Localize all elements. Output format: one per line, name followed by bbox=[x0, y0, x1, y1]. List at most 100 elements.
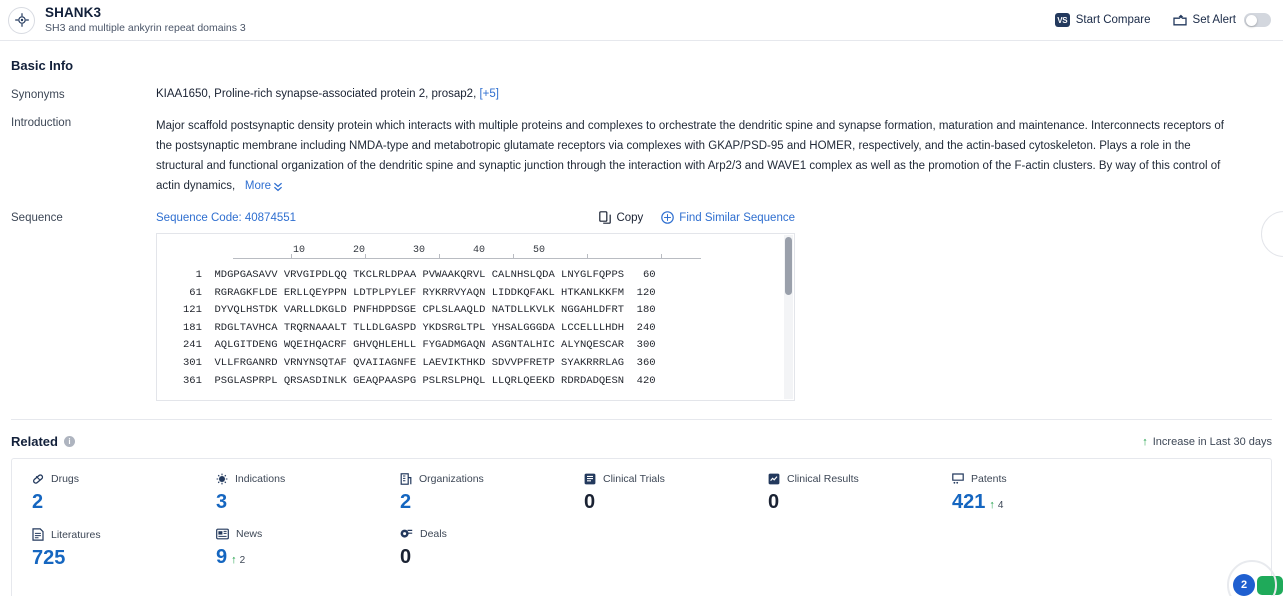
sequence-line: 361 PSGLASPRPL QRSASDINLK GEAQPAASPG PSL… bbox=[183, 374, 656, 387]
related-card-organizations[interactable]: Organizations 2 bbox=[380, 473, 564, 514]
related-card-value-wrap: 0 bbox=[400, 546, 564, 569]
clinical-result-icon bbox=[768, 473, 780, 485]
vs-icon: VS bbox=[1054, 13, 1070, 27]
sequence-scrollbar[interactable] bbox=[784, 235, 793, 399]
related-card-head: Indications bbox=[216, 473, 380, 485]
set-alert-toggle[interactable] bbox=[1244, 13, 1271, 27]
related-card-value-wrap: 3 bbox=[216, 491, 380, 514]
related-card-literatures[interactable]: Literatures 725 bbox=[12, 528, 196, 570]
related-card-value-wrap: 725 bbox=[32, 547, 196, 570]
synonyms-value: KIAA1650, Proline-rich synapse-associate… bbox=[156, 88, 477, 100]
related-card-deals[interactable]: Deals 0 bbox=[380, 528, 564, 570]
building-icon bbox=[400, 473, 412, 485]
info-icon[interactable]: i bbox=[63, 436, 75, 447]
related-card-label: Deals bbox=[420, 528, 447, 540]
related-cards-panel: Drugs 2 Indications 3 Organizations 2 Clinical… bbox=[11, 458, 1272, 596]
sequence-line: 181 RDGLTAVHCA TRQRNAAALT TLLDLGASPD YKD… bbox=[183, 321, 656, 334]
more-label: More bbox=[244, 180, 272, 192]
news-icon bbox=[216, 528, 229, 540]
increase-legend-label: Increase in Last 30 days bbox=[1152, 435, 1272, 448]
sequence-header: Sequence Code: 40874551 Copy Find Simila… bbox=[156, 211, 795, 224]
related-card-value-wrap: 0 bbox=[584, 491, 748, 514]
related-card-patents[interactable]: Patents 421 ↑ 4 bbox=[932, 473, 1116, 514]
sequence-row: Sequence Sequence Code: 40874551 Copy Fi… bbox=[11, 211, 1272, 401]
up-arrow-icon: ↑ bbox=[1142, 435, 1148, 448]
related-card-value: 2 bbox=[32, 491, 44, 513]
related-card-head: Drugs bbox=[32, 473, 196, 485]
alert-bell-icon bbox=[1172, 14, 1187, 27]
related-card-label: Clinical Results bbox=[787, 473, 859, 485]
related-card-value: 9 bbox=[216, 546, 228, 568]
header-actions: VS Start Compare Set Alert bbox=[1054, 13, 1271, 27]
related-card-value-wrap: 421 ↑ 4 bbox=[952, 491, 1116, 514]
related-card-value: 0 bbox=[768, 491, 780, 513]
introduction-row: Introduction Major scaffold postsynaptic… bbox=[11, 116, 1272, 196]
page-title: SHANK3 bbox=[45, 5, 102, 20]
chat-widget[interactable]: 2 bbox=[1227, 560, 1283, 596]
gene-title-block: SHANK3 SH3 and multiple ankyrin repeat d… bbox=[45, 5, 246, 35]
copy-icon bbox=[599, 211, 612, 224]
related-card-indications[interactable]: Indications 3 bbox=[196, 473, 380, 514]
related-card-head: Clinical Results bbox=[768, 473, 932, 485]
related-card-head: Patents bbox=[952, 473, 1116, 485]
related-card-value: 0 bbox=[400, 546, 412, 568]
sequence-line: 61 RGRAGKFLDE ERLLQEYPPN LDTPLPYLEF RYKR… bbox=[183, 286, 656, 299]
sequence-viewer-inner: 10 20 30 40 50 1 MDGPGASAVV VRVGIPDLQQ T… bbox=[157, 234, 794, 390]
related-card-delta: ↑ 2 bbox=[231, 554, 245, 566]
related-card-value: 421 bbox=[952, 491, 986, 513]
related-card-label: Drugs bbox=[51, 473, 80, 485]
sequence-viewer[interactable]: 10 20 30 40 50 1 MDGPGASAVV VRVGIPDLQQ T… bbox=[156, 233, 795, 401]
introduction-more-button[interactable]: More bbox=[245, 176, 283, 196]
related-card-label: Organizations bbox=[419, 473, 484, 485]
related-card-value-wrap: 2 bbox=[400, 491, 564, 514]
sequence-line: 301 VLLFRGANRD VRNYNSQTAF QVAIIAGNFE LAE… bbox=[183, 356, 656, 369]
related-card-label: News bbox=[236, 528, 263, 540]
literature-icon bbox=[32, 528, 44, 541]
start-compare-button[interactable]: VS Start Compare bbox=[1054, 13, 1151, 27]
sequence-code-link[interactable]: Sequence Code: 40874551 bbox=[156, 212, 296, 224]
deal-icon bbox=[400, 528, 413, 540]
related-card-news[interactable]: News 9 ↑ 2 bbox=[196, 528, 380, 570]
related-header: Related i ↑ Increase in Last 30 days bbox=[11, 434, 1272, 449]
related-card-clinical-trials[interactable]: Clinical Trials 0 bbox=[564, 473, 748, 514]
related-card-clinical-results[interactable]: Clinical Results 0 bbox=[748, 473, 932, 514]
basic-info-heading: Basic Info bbox=[11, 58, 74, 73]
related-card-label: Patents bbox=[971, 473, 1007, 485]
related-card-value: 0 bbox=[584, 491, 596, 513]
related-card-value: 3 bbox=[216, 491, 228, 513]
page-body: Basic Info Synonyms KIAA1650, Proline-ri… bbox=[0, 58, 1283, 596]
set-alert-control[interactable]: Set Alert bbox=[1172, 13, 1271, 27]
sequence-residue-lines: 1 MDGPGASAVV VRVGIPDLQQ TKCLRLDPAA PVWAA… bbox=[157, 267, 794, 390]
related-card-delta: ↑ 4 bbox=[989, 499, 1003, 511]
synonyms-row: Synonyms KIAA1650, Proline-rich synapse-… bbox=[11, 88, 1272, 101]
related-card-head: Clinical Trials bbox=[584, 473, 748, 485]
copy-label: Copy bbox=[616, 211, 644, 224]
chevron-double-down-icon bbox=[273, 181, 283, 192]
copy-button[interactable]: Copy bbox=[599, 211, 643, 224]
introduction-value-wrap: Major scaffold postsynaptic density prot… bbox=[156, 116, 1272, 196]
related-card-row: Drugs 2 Indications 3 Organizations 2 Clinical… bbox=[12, 473, 1271, 514]
related-card-label: Indications bbox=[235, 473, 286, 485]
sequence-ruler-numbers: 10 20 30 40 50 bbox=[233, 245, 546, 256]
up-arrow-icon: ↑ bbox=[989, 499, 995, 511]
related-card-drugs[interactable]: Drugs 2 bbox=[12, 473, 196, 514]
related-card-value-wrap: 0 bbox=[768, 491, 932, 514]
synonyms-value-wrap: KIAA1650, Proline-rich synapse-associate… bbox=[156, 88, 1272, 101]
increase-legend: ↑ Increase in Last 30 days bbox=[1142, 436, 1272, 448]
sequence-scrollbar-thumb[interactable] bbox=[785, 237, 792, 295]
clinical-trial-icon bbox=[584, 473, 596, 485]
synonyms-more-link[interactable]: [+5] bbox=[479, 88, 499, 100]
related-card-head: Deals bbox=[400, 528, 564, 540]
find-similar-sequence-button[interactable]: Find Similar Sequence bbox=[661, 211, 795, 224]
related-title: Related bbox=[11, 434, 58, 449]
related-card-value: 725 bbox=[32, 547, 66, 569]
related-card-value-wrap: 9 ↑ 2 bbox=[216, 546, 380, 569]
set-alert-label: Set Alert bbox=[1192, 14, 1236, 26]
sequence-ruler-line bbox=[233, 254, 701, 259]
introduction-text: Major scaffold postsynaptic density prot… bbox=[156, 120, 1224, 192]
start-compare-label: Start Compare bbox=[1075, 14, 1151, 26]
up-arrow-icon: ↑ bbox=[231, 554, 237, 566]
related-card-value: 2 bbox=[400, 491, 412, 513]
page-subtitle: SH3 and multiple ankyrin repeat domains … bbox=[45, 22, 246, 34]
related-card-label: Clinical Trials bbox=[603, 473, 665, 485]
